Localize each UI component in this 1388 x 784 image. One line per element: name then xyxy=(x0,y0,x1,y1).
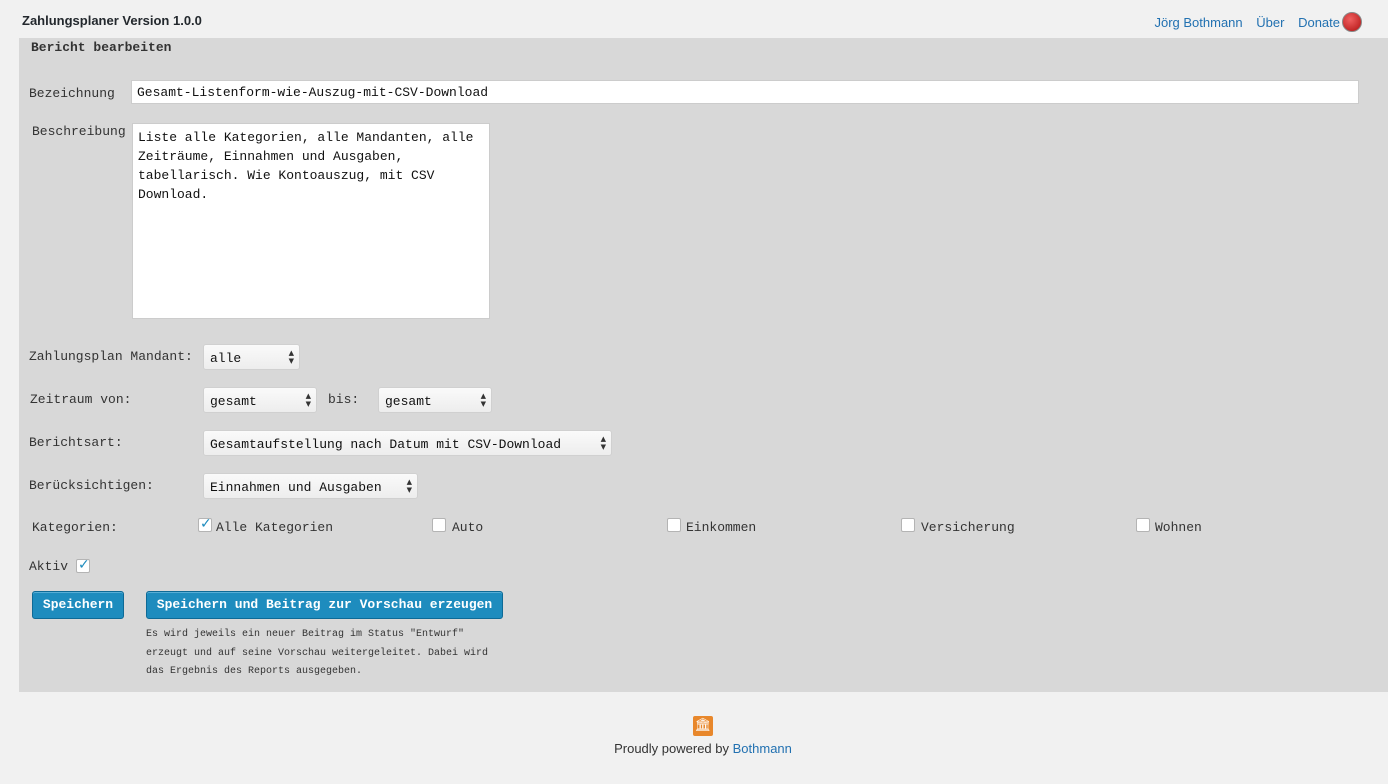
kategorien-label: Kategorien: xyxy=(32,520,118,535)
preview-note: Es wird jeweils ein neuer Beitrag im Sta… xyxy=(146,629,489,677)
zeitraum-bis-select[interactable]: gesamt ▲ ▼ xyxy=(378,387,492,413)
author-link[interactable]: Jörg Bothmann xyxy=(1154,15,1242,30)
footer-link[interactable]: Bothmann xyxy=(733,741,792,756)
footer: Proudly powered by Bothmann xyxy=(0,741,1388,756)
kategorie-versicherung-checkbox[interactable] xyxy=(901,518,915,532)
zeitraum-von-select[interactable]: gesamt ▲ ▼ xyxy=(203,387,317,413)
beruecksichtigen-select[interactable]: Einnahmen und Ausgaben ▲ ▼ xyxy=(203,473,418,499)
select-arrows-icon: ▲ ▼ xyxy=(305,392,311,408)
aktiv-checkbox[interactable]: ✓ xyxy=(76,557,90,573)
checkmark-icon: ✓ xyxy=(78,557,90,573)
report-edit-panel: Bericht bearbeiten Bezeichnung Gesamt-Li… xyxy=(19,38,1388,692)
select-arrows-icon: ▲ ▼ xyxy=(480,392,486,408)
bezeichnung-input[interactable]: Gesamt-Listenform-wie-Auszug-mit-CSV-Dow… xyxy=(131,80,1359,104)
zeitraum-bis-value: gesamt xyxy=(385,394,432,409)
donate-badge-icon[interactable] xyxy=(1342,12,1362,32)
mandant-select-value: alle xyxy=(210,351,242,366)
select-arrows-icon: ▲ ▼ xyxy=(288,349,294,365)
kategorie-auto-label[interactable]: Auto xyxy=(452,520,483,535)
aktiv-label: Aktiv xyxy=(29,559,69,574)
donate-link-label: Donate xyxy=(1298,15,1340,30)
mandant-label: Zahlungsplan Mandant: xyxy=(29,349,193,364)
top-bar: Zahlungsplaner Version 1.0.0 Jörg Bothma… xyxy=(0,0,1388,38)
zeitraum-von-value: gesamt xyxy=(210,394,257,409)
mandant-select[interactable]: alle ▲ ▼ xyxy=(203,344,300,370)
bezeichnung-label: Bezeichnung xyxy=(29,86,115,101)
save-button[interactable]: Speichern xyxy=(32,591,124,619)
select-arrows-icon: ▲ ▼ xyxy=(600,435,606,451)
kategorie-wohnen-label[interactable]: Wohnen xyxy=(1155,520,1202,535)
beruecksichtigen-label: Berücksichtigen: xyxy=(29,478,154,493)
panel-title: Bericht bearbeiten xyxy=(31,40,172,55)
save-preview-button[interactable]: Speichern und Beitrag zur Vorschau erzeu… xyxy=(146,591,503,619)
bis-label: bis: xyxy=(328,392,360,407)
berichtsart-select[interactable]: Gesamtaufstellung nach Datum mit CSV-Dow… xyxy=(203,430,612,456)
berichtsart-label: Berichtsart: xyxy=(29,435,123,450)
kategorie-einkommen-checkbox[interactable] xyxy=(667,518,681,532)
beruecksichtigen-value: Einnahmen und Ausgaben xyxy=(210,480,382,495)
kategorie-auto-checkbox[interactable] xyxy=(432,518,446,532)
select-arrows-icon: ▲ ▼ xyxy=(406,478,412,494)
about-link[interactable]: Über xyxy=(1256,15,1284,30)
beschreibung-textarea[interactable]: Liste alle Kategorien, alle Mandanten, a… xyxy=(132,123,490,319)
kategorie-alle-label[interactable]: Alle Kategorien xyxy=(216,520,333,535)
kategorie-alle-checkbox[interactable]: ✓ xyxy=(198,516,212,532)
berichtsart-value: Gesamtaufstellung nach Datum mit CSV-Dow… xyxy=(210,437,562,452)
kategorie-einkommen-label[interactable]: Einkommen xyxy=(686,520,756,535)
bank-icon: 🏛 xyxy=(693,716,713,736)
checkmark-icon: ✓ xyxy=(200,516,212,532)
kategorie-versicherung-label[interactable]: Versicherung xyxy=(921,520,1015,535)
top-links: Jörg Bothmann Über Donate xyxy=(1144,12,1362,32)
donate-link[interactable]: Donate xyxy=(1298,12,1362,32)
app-title: Zahlungsplaner Version 1.0.0 xyxy=(22,13,202,28)
kategorie-wohnen-checkbox[interactable] xyxy=(1136,518,1150,532)
footer-prefix: Proudly powered by xyxy=(614,741,729,756)
beschreibung-label: Beschreibung xyxy=(32,124,126,139)
zeitraum-label: Zeitraum von: xyxy=(30,392,132,407)
